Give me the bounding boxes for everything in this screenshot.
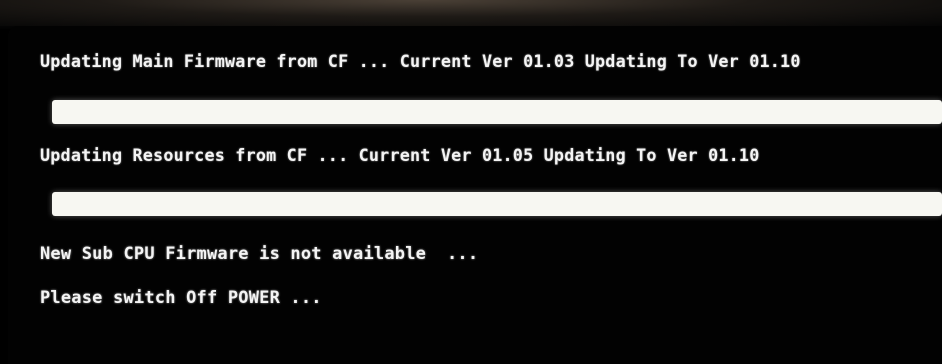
sub-cpu-status-text: New Sub CPU Firmware is not available ..… bbox=[40, 244, 479, 264]
power-off-instruction-text: Please switch Off POWER ... bbox=[40, 288, 322, 308]
resources-status-text: Updating Resources from CF ... Current V… bbox=[40, 146, 760, 166]
resources-progress-fill bbox=[52, 192, 942, 216]
main-firmware-status-text: Updating Main Firmware from CF ... Curre… bbox=[40, 52, 801, 72]
firmware-update-screen: Updating Main Firmware from CF ... Curre… bbox=[8, 26, 942, 364]
main-firmware-progress-fill bbox=[52, 100, 942, 124]
resources-progress-bar bbox=[52, 192, 942, 216]
main-firmware-progress-bar bbox=[52, 100, 942, 124]
camera-display-frame: Updating Main Firmware from CF ... Curre… bbox=[0, 0, 942, 364]
device-bezel bbox=[0, 0, 942, 26]
